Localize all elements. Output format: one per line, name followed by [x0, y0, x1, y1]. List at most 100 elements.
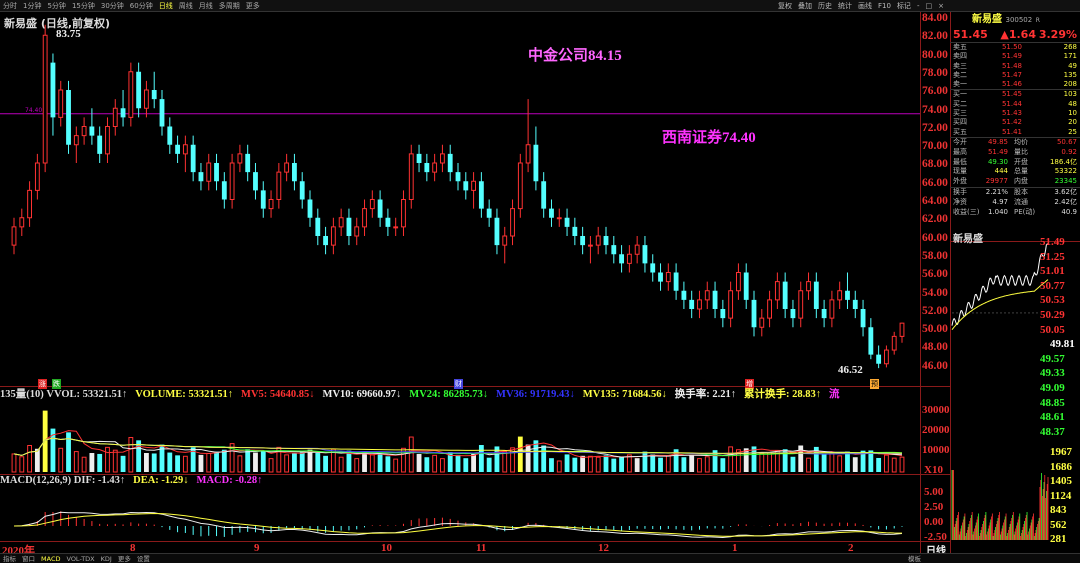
stat-cell: 4.97 — [992, 197, 1008, 206]
kline-axis-tick: 82.00 — [922, 30, 948, 43]
kline-axis-tick: 78.00 — [922, 66, 948, 79]
volume-bar — [852, 457, 858, 472]
volume-bar — [658, 457, 663, 472]
candle-body — [564, 217, 570, 227]
book-cell: 51.41 — [1001, 127, 1022, 136]
tab-5min[interactable]: 5分钟 — [44, 0, 68, 11]
tab-daily[interactable]: 日线 — [156, 0, 176, 11]
kline-chart[interactable] — [0, 12, 1080, 553]
stat-cell: 内盘 — [1014, 177, 1028, 186]
vol-tdx-tab[interactable]: VOL-TDX — [63, 555, 97, 563]
candle-body — [751, 299, 757, 328]
book-cell: 51.46 — [1001, 80, 1022, 89]
tab-multi-period[interactable]: 多周期 — [216, 0, 243, 11]
candle-body — [338, 217, 344, 228]
volume-bar — [665, 455, 671, 473]
candle-body — [307, 199, 313, 218]
candle-body — [743, 272, 749, 300]
intraday-avg-line — [951, 279, 1049, 331]
volume-bar — [455, 454, 461, 472]
intraday-axis-tick: 50.53 — [1040, 294, 1065, 307]
price-change: ▲1.64 — [1000, 28, 1036, 41]
bid-row[interactable]: 买四 51.42 20 — [950, 118, 1080, 127]
candle-body — [260, 190, 266, 209]
stock-code: 300502 — [1005, 16, 1033, 24]
price-row: 51.45 ▲1.64 3.29% — [950, 28, 1080, 42]
volume-bar — [603, 455, 609, 472]
volume-bar — [759, 453, 765, 473]
history-button[interactable]: 历史 — [815, 0, 835, 11]
ask-row[interactable]: 卖四 51.49 171 — [950, 52, 1080, 61]
tab-monthly[interactable]: 月线 — [196, 0, 216, 11]
candle-body — [58, 89, 64, 118]
volume-bar — [642, 451, 648, 472]
candle-body — [105, 126, 110, 155]
candle-body — [891, 335, 897, 351]
volume-bar — [385, 456, 391, 472]
volume-bar — [549, 458, 554, 472]
stat-row: 净资 4.97 流通 2.42亿 — [950, 198, 1080, 208]
stats-button[interactable]: 统计 — [835, 0, 855, 11]
candle-body — [689, 299, 695, 309]
volume-bar — [556, 460, 562, 473]
book-cell: 卖五 — [953, 43, 967, 51]
intraday-chart — [951, 243, 1049, 540]
book-cell: 51.43 — [1001, 109, 1022, 118]
volume-bar — [377, 453, 383, 472]
bid-row[interactable]: 买三 51.43 10 — [950, 109, 1080, 118]
ask-row[interactable]: 卖一 51.46 208 — [950, 80, 1080, 89]
candle-body — [377, 199, 383, 218]
ask-row[interactable]: 卖五 51.50 268 — [950, 43, 1080, 52]
minimize-button[interactable]: - — [914, 0, 923, 11]
bid-row[interactable]: 买五 51.41 25 — [950, 128, 1080, 137]
restore-right-button[interactable]: 复权 — [775, 0, 795, 11]
maximize-button[interactable]: □ — [922, 0, 935, 11]
candle-body — [89, 126, 95, 136]
mark-button[interactable]: 标记 — [894, 0, 914, 11]
intraday-volume-tick: 1405 — [1050, 475, 1072, 487]
stat-cell: 1.040 — [987, 207, 1008, 216]
candle-body — [385, 217, 391, 227]
ask-row[interactable]: 卖三 51.48 49 — [950, 62, 1080, 71]
tab-30min[interactable]: 30分钟 — [98, 0, 127, 11]
tab-more[interactable]: 更多 — [243, 0, 263, 11]
macd-tab[interactable]: MACD — [38, 555, 63, 563]
tab-60min[interactable]: 60分钟 — [127, 0, 156, 11]
window-button[interactable]: 窗口 — [19, 555, 38, 563]
volume-bar — [619, 456, 624, 472]
volume-bar — [128, 437, 134, 473]
volume-bar — [81, 456, 87, 473]
stat-cell: 40.9 — [1061, 207, 1077, 216]
candle-body — [369, 199, 375, 210]
close-button[interactable]: × — [935, 0, 947, 11]
candle-body — [471, 180, 476, 191]
tab-weekly[interactable]: 周线 — [176, 0, 196, 11]
candle-body — [658, 272, 663, 282]
indicator-button[interactable]: 指标 — [0, 555, 19, 563]
settings-button[interactable]: 设置 — [134, 555, 153, 563]
candle-body — [299, 181, 305, 200]
volume-bar — [42, 410, 48, 472]
more-tab[interactable]: 更多 — [115, 555, 134, 563]
stat-cell: 53322 — [1054, 167, 1077, 176]
draw-button[interactable]: 画线 — [855, 0, 875, 11]
bid-row[interactable]: 买一 51.45 103 — [950, 90, 1080, 99]
overlay-button[interactable]: 叠加 — [795, 0, 815, 11]
f10-button[interactable]: F10 — [875, 0, 894, 11]
tab-1min[interactable]: 1分钟 — [20, 0, 44, 11]
stat-cell: 总量 — [1014, 167, 1028, 176]
ask-row[interactable]: 卖二 51.47 135 — [950, 71, 1080, 80]
volume-bar — [73, 451, 79, 473]
kdj-tab[interactable]: KDJ — [98, 555, 115, 563]
candle-body — [440, 153, 445, 164]
macd-axis-tick: 5.00 — [924, 486, 944, 498]
macd-header-item: MACD(12,26,9) DIF: -1.43↑ — [0, 475, 126, 486]
kline-axis-tick: 70.00 — [922, 140, 948, 153]
bid-row[interactable]: 买二 51.44 48 — [950, 100, 1080, 109]
template-button[interactable]: 模板 — [905, 554, 924, 563]
intraday-price-line — [951, 243, 1048, 326]
tab-intraday[interactable]: 分时 — [0, 0, 20, 11]
intraday-axis-tick: 48.61 — [1040, 411, 1065, 424]
candle-body — [315, 217, 321, 236]
tab-15min[interactable]: 15分钟 — [69, 0, 98, 11]
